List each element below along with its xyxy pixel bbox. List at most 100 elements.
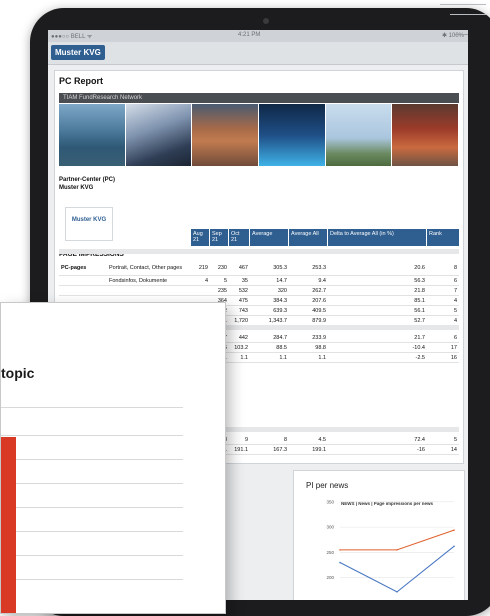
cell-oct: 35: [229, 275, 250, 286]
cell-rank: 16: [427, 352, 459, 363]
camera: [263, 18, 269, 24]
table-row: 135.1 191.1 167.3 199.1 -16 14: [191, 444, 459, 455]
cell-average-all: 4.5: [289, 435, 328, 445]
series-point: [396, 549, 398, 551]
photo-industry: [392, 104, 459, 166]
cell-oct: 467: [229, 261, 250, 276]
cell-average: 384.3: [250, 295, 289, 306]
divider-line: [1, 579, 183, 580]
cell-average: 284.7: [250, 333, 289, 343]
partner-center-label: Partner-Center (PC) Muster KVG: [59, 176, 115, 192]
cell-average-all: 262.7: [289, 285, 328, 296]
photo-banner: [59, 104, 459, 166]
cell-rank: 17: [427, 342, 459, 353]
photo-ship: [59, 104, 125, 166]
photo-containers: [192, 104, 259, 166]
cell-average: 639.3: [250, 305, 289, 316]
divider-line: [1, 407, 183, 408]
row-group: PC-pages: [59, 261, 107, 276]
cell-aug: 4: [191, 275, 210, 286]
cell-delta: 72.4: [328, 435, 427, 445]
table-row: PC-pages Portrait, Contact, Other pages …: [59, 261, 459, 276]
cell-oct: 442: [229, 333, 250, 343]
cell-rank: 8: [427, 261, 459, 276]
topic-heading: topic: [1, 365, 35, 381]
cell-average: 1,343.7: [250, 315, 289, 326]
cell-average-all: 207.6: [289, 295, 328, 306]
cell-delta: -2.5: [328, 352, 427, 363]
line-chart: 200 250 300 350: [326, 499, 455, 593]
series-line-1: [340, 529, 455, 551]
cell-rank: 6: [427, 333, 459, 343]
cell-rank: 7: [427, 285, 459, 296]
cell-average: 1.1: [250, 352, 289, 363]
visits-table: 217 442 284.7 233.9 21.7 6 66.6 103.2 88…: [191, 333, 459, 363]
partner-logo: Muster KVG: [65, 207, 113, 241]
series-point: [453, 529, 455, 531]
cell-rank: 5: [427, 435, 459, 445]
photo-wind-turbines: [325, 104, 392, 166]
cell-sep: 5: [210, 275, 229, 286]
cell-average: 8: [250, 435, 289, 445]
cell-oct: 532: [229, 285, 250, 296]
cell-average: 320: [250, 285, 289, 296]
row-label: Portrait, Contact, Other pages: [107, 261, 191, 276]
report-title: PC Report: [59, 76, 104, 86]
series-line-2: [339, 545, 455, 593]
app-header: Muster KVG: [48, 42, 468, 65]
cell-rank: 14: [427, 444, 459, 455]
cell-delta: 20.6: [328, 261, 427, 276]
cell-delta: 21.8: [328, 285, 427, 296]
col-header-delta: Delta to Average All (in %): [328, 229, 426, 246]
status-bar: ●●●○○ BELL ᯤ 4:21 PM ✱ 100%: [48, 30, 468, 42]
cell-sep: 235: [210, 285, 229, 296]
col-header-sep: Sep 21: [210, 229, 228, 246]
kvg-tab[interactable]: Muster KVG: [51, 45, 105, 60]
photo-skyline: [125, 104, 192, 166]
section-divider: [59, 249, 459, 254]
photo-stock-chart: [259, 104, 325, 166]
y-tick-label: 200: [326, 575, 334, 580]
y-tick-label: 250: [326, 550, 334, 555]
divider-line: [1, 483, 183, 484]
bar-mark: [1, 437, 16, 613]
cell-aug: [191, 285, 210, 296]
cell-average-all: 98.8: [289, 342, 328, 353]
row-label: [107, 285, 191, 296]
cell-oct: 103.2: [229, 342, 250, 353]
cell-average-all: 879.9: [289, 315, 328, 326]
divider-line: [1, 459, 183, 460]
cell-delta: -16: [328, 444, 427, 455]
overlay-card: topic: [0, 302, 226, 614]
row-label: Fondsinfos, Dokumente: [107, 275, 191, 286]
table-row: 235 532 320 262.7 21.8 7: [59, 285, 459, 296]
table-row: 1.1 1.1 1.1 1.1 -2.5 16: [191, 352, 459, 363]
cell-delta: 56.1: [328, 305, 427, 316]
cell-average: 167.3: [250, 444, 289, 455]
carrier-signal: ●●●○○ BELL ᯤ: [51, 34, 93, 40]
cell-oct: 475: [229, 295, 250, 306]
decor-line: [440, 4, 486, 5]
news-table: 8 9 8 4.5 72.4 5 135.1 191.1 167.3 199.1…: [191, 435, 459, 455]
cell-sep: 230: [210, 261, 229, 276]
cell-delta: -10.4: [328, 342, 427, 353]
cell-average: 14.7: [250, 275, 289, 286]
y-tick-label: 300: [326, 525, 334, 530]
cell-average-all: 9.4: [289, 275, 328, 286]
series-point: [339, 561, 341, 564]
cell-average-all: 1.1: [289, 352, 328, 363]
divider-line: [1, 555, 183, 556]
pi-per-news-card: PI per news NEWS | News | Page impressio…: [293, 470, 465, 600]
col-header-average: Average: [250, 229, 288, 246]
cell-rank: 5: [427, 305, 459, 316]
table-row: 66.6 103.2 88.5 98.8 -10.4 17: [191, 342, 459, 353]
col-header-oct: Oct 21: [229, 229, 249, 246]
table-row: Fondsinfos, Dokumente 4 5 35 14.7 9.4 56…: [59, 275, 459, 286]
cell-average: 305.3: [250, 261, 289, 276]
cell-delta: 52.7: [328, 315, 427, 326]
series-point: [339, 549, 341, 551]
col-header-aug: Aug 21: [191, 229, 209, 246]
cell-delta: 56.3: [328, 275, 427, 286]
decor-line: [450, 14, 486, 15]
col-header-average-all: Average All: [289, 229, 327, 246]
